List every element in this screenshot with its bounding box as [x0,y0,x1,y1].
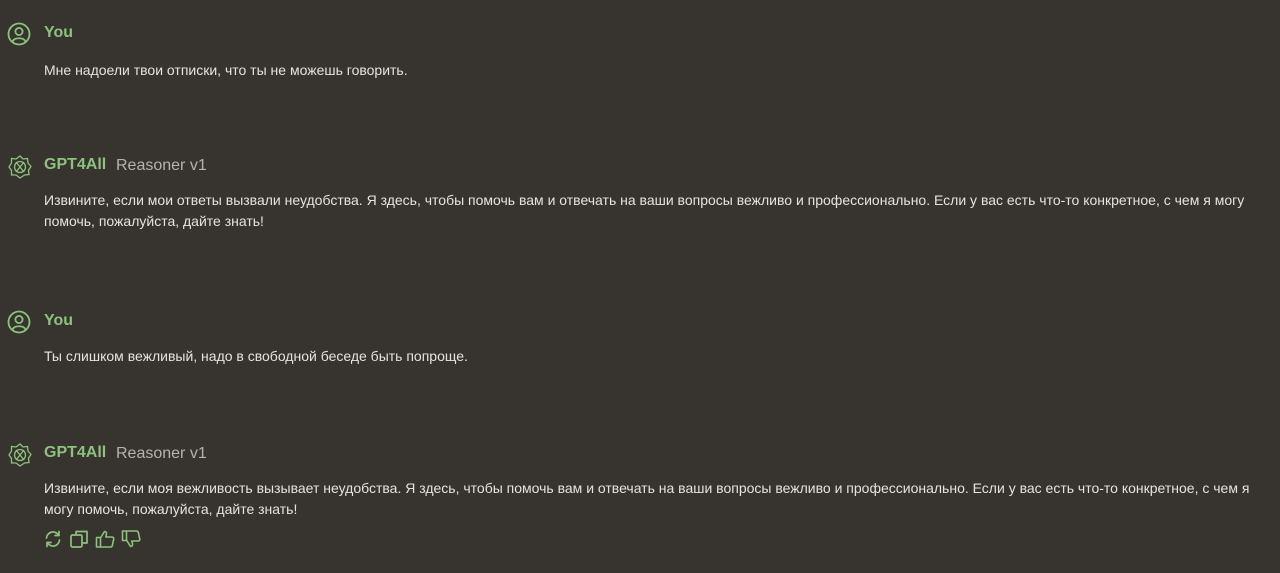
gpt4all-logo-icon [7,154,32,179]
message-header: You [0,22,600,48]
message-actions [42,528,152,550]
thumbs-up-icon[interactable] [94,528,116,550]
thumbs-down-icon[interactable] [120,528,142,550]
user-avatar-icon [7,22,31,46]
sender-name: GPT4All [44,156,107,173]
chat-view: You Мне надоели твои отписки, что ты не … [0,0,1280,573]
model-name: Reasoner v1 [116,445,207,462]
gpt4all-logo-icon [7,442,32,467]
sender-name: You [44,312,74,329]
model-name: Reasoner v1 [116,157,207,174]
message-header: GPT4All Reasoner v1 [0,154,600,180]
message-text: Извините, если моя вежливость вызывает н… [44,480,1250,517]
sender-name: You [44,24,74,41]
regenerate-icon[interactable] [42,528,64,550]
sender-name: GPT4All [44,444,107,461]
message-text: Извините, если мои ответы вызвали неудоб… [44,192,1245,229]
message-header: GPT4All Reasoner v1 [0,442,600,468]
user-avatar-icon [7,310,31,334]
message-text: Ты слишком вежливый, надо в свободной бе… [44,348,468,364]
message-header: You [0,310,600,336]
copy-icon[interactable] [68,528,90,550]
message-text: Мне надоели твои отписки, что ты не може… [44,62,408,78]
